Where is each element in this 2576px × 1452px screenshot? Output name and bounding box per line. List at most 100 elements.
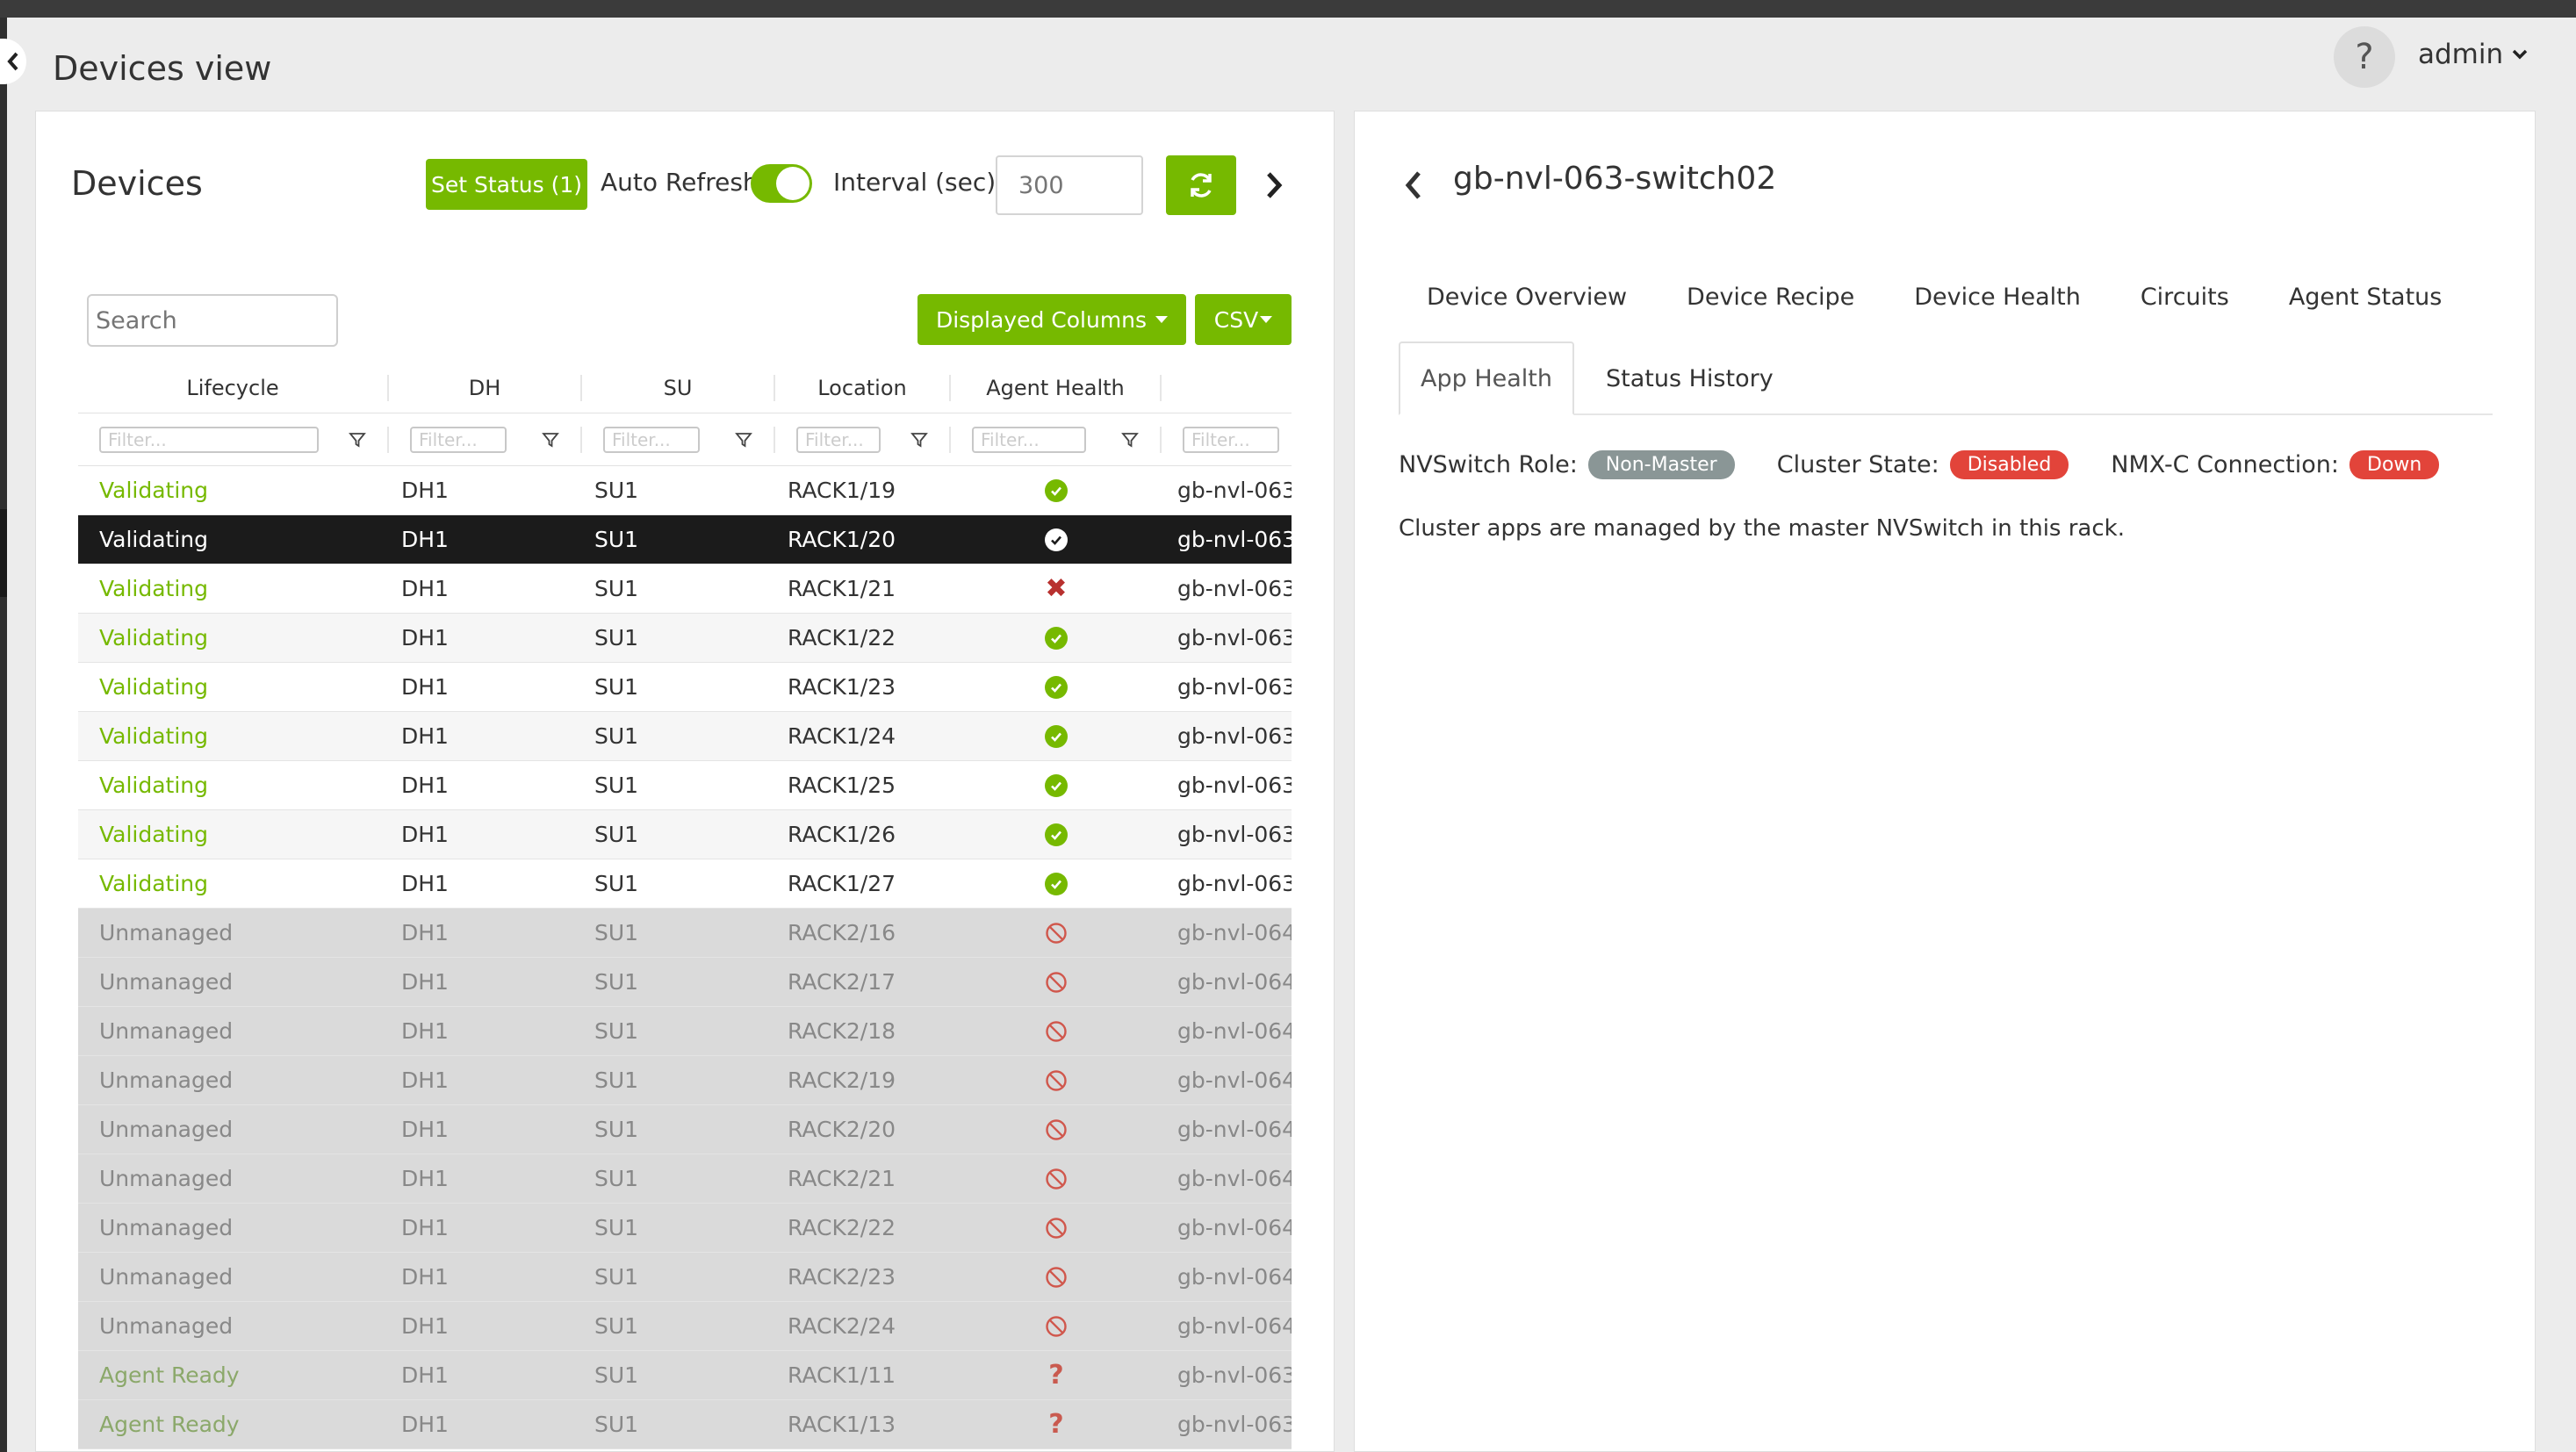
filter-funnel-icon[interactable] [910, 431, 928, 449]
device-name-cell: gb-nvl-063 [1177, 822, 1292, 847]
table-row[interactable]: Validating DH1 SU1 RACK1/20 gb-nvl-063 [78, 515, 1292, 564]
agent-health-cell [951, 478, 1162, 502]
device-title: gb-nvl-063-switch02 [1453, 161, 1777, 197]
device-name-cell: gb-nvl-064 [1177, 920, 1292, 945]
table-row[interactable]: Validating DH1 SU1 RACK1/25 gb-nvl-063 [78, 761, 1292, 810]
blocked-icon [1044, 1216, 1069, 1240]
table-row[interactable]: Validating DH1 SU1 RACK1/22 gb-nvl-063 [78, 614, 1292, 663]
table-row[interactable]: Unmanaged DH1 SU1 RACK2/19 gb-nvl-064 [78, 1056, 1292, 1105]
table-header: Lifecycle DH SU Location Agent Health [78, 363, 1292, 413]
set-status-button[interactable]: Set Status (1) [426, 159, 587, 210]
caret-down-icon [1260, 316, 1273, 323]
table-row[interactable]: Unmanaged DH1 SU1 RACK2/23 gb-nvl-064 [78, 1253, 1292, 1302]
table-row[interactable]: Validating DH1 SU1 RACK1/19 gb-nvl-063 [78, 466, 1292, 515]
lifecycle-cell: Unmanaged [99, 920, 234, 945]
toggle-knob [776, 167, 809, 200]
subtab-app-health[interactable]: App Health [1399, 341, 1574, 415]
auto-refresh-toggle[interactable] [751, 164, 812, 203]
tab-circuits[interactable]: Circuits [2111, 284, 2259, 311]
location-cell: RACK1/27 [788, 871, 896, 896]
blocked-icon [1044, 1265, 1069, 1290]
device-name-cell: gb-nvl-063 [1177, 1412, 1292, 1437]
tab-device-overview[interactable]: Device Overview [1397, 284, 1657, 311]
table-row[interactable]: Unmanaged DH1 SU1 RACK2/21 gb-nvl-064 [78, 1154, 1292, 1204]
table-row[interactable]: Unmanaged DH1 SU1 RACK2/24 gb-nvl-064 [78, 1302, 1292, 1351]
su-cell: SU1 [594, 674, 639, 700]
filter-funnel-icon[interactable] [349, 431, 366, 449]
column-header-name[interactable] [1162, 375, 1292, 401]
search-input[interactable] [87, 294, 338, 347]
tab-device-health[interactable]: Device Health [1884, 284, 2111, 311]
column-filter-input[interactable]: Filter... [972, 426, 1086, 453]
table-row[interactable]: Agent Ready DH1 SU1 RACK1/13? gb-nvl-063 [78, 1400, 1292, 1449]
check-circle-icon [1045, 872, 1068, 895]
health-subtabs: App Health Status History [1399, 341, 2493, 415]
filter-funnel-icon[interactable] [1121, 431, 1139, 449]
collapse-sidebar-button[interactable] [0, 39, 26, 84]
dh-cell: DH1 [401, 1117, 449, 1142]
devices-table: Lifecycle DH SU Location Agent Health Fi… [78, 363, 1292, 1449]
user-name: admin [2418, 39, 2504, 70]
interval-label: Interval (sec) [833, 168, 997, 197]
column-header-agent-health[interactable]: Agent Health [951, 375, 1162, 401]
su-cell: SU1 [594, 527, 639, 552]
table-row[interactable]: Unmanaged DH1 SU1 RACK2/22 gb-nvl-064 [78, 1204, 1292, 1253]
su-cell: SU1 [594, 1166, 639, 1191]
subtab-status-history[interactable]: Status History [1606, 341, 1774, 415]
table-row[interactable]: Validating DH1 SU1 RACK1/26 gb-nvl-063 [78, 810, 1292, 859]
table-row[interactable]: Validating DH1 SU1 RACK1/24 gb-nvl-063 [78, 712, 1292, 761]
table-row[interactable]: Unmanaged DH1 SU1 RACK2/20 gb-nvl-064 [78, 1105, 1292, 1154]
refresh-icon [1191, 173, 1212, 198]
lifecycle-cell: Unmanaged [99, 1215, 234, 1240]
lifecycle-cell: Validating [99, 478, 209, 503]
location-cell: RACK2/17 [788, 969, 896, 995]
displayed-columns-button[interactable]: Displayed Columns [917, 294, 1186, 345]
column-filter-input[interactable]: Filter... [99, 426, 319, 453]
column-header-su[interactable]: SU [582, 375, 775, 401]
location-cell: RACK1/19 [788, 478, 896, 503]
dh-cell: DH1 [401, 625, 449, 651]
column-filter-input[interactable]: Filter... [603, 426, 700, 453]
lifecycle-cell: Validating [99, 723, 209, 749]
chevron-right-icon [1267, 172, 1283, 198]
table-row[interactable]: Unmanaged DH1 SU1 RACK2/17 gb-nvl-064 [78, 958, 1292, 1007]
cluster-state-badge: Disabled [1949, 450, 2069, 479]
column-filter-input[interactable]: Filter... [410, 426, 507, 453]
help-button[interactable]: ? [2334, 26, 2395, 88]
dh-cell: DH1 [401, 1313, 449, 1339]
csv-button[interactable]: CSV [1195, 294, 1292, 345]
table-row[interactable]: Validating DH1 SU1 RACK1/27 gb-nvl-063 [78, 859, 1292, 909]
cluster-apps-note: Cluster apps are managed by the master N… [1399, 515, 2125, 542]
table-row[interactable]: Validating DH1 SU1 RACK1/21 ✖ gb-nvl-063 [78, 564, 1292, 614]
refresh-button[interactable] [1166, 155, 1236, 215]
device-name-cell: gb-nvl-063 [1177, 527, 1292, 552]
back-button[interactable] [1404, 161, 1430, 210]
table-row[interactable]: Unmanaged DH1 SU1 RACK2/16 gb-nvl-064 [78, 909, 1292, 958]
agent-health-cell [951, 626, 1162, 650]
column-header-location[interactable]: Location [775, 375, 951, 401]
column-header-lifecycle[interactable]: Lifecycle [78, 375, 389, 401]
lifecycle-cell: Unmanaged [99, 1018, 234, 1044]
filter-funnel-icon[interactable] [735, 431, 752, 449]
agent-health-cell [951, 1019, 1162, 1044]
table-row[interactable]: Unmanaged DH1 SU1 RACK2/18 gb-nvl-064 [78, 1007, 1292, 1056]
column-filter-input[interactable]: Filter... [1183, 426, 1279, 453]
location-cell: RACK1/24 [788, 723, 896, 749]
column-filter-input[interactable]: Filter... [796, 426, 881, 453]
nvswitch-role-label: NVSwitch Role: [1399, 451, 1578, 478]
expand-panel-button[interactable] [1256, 164, 1292, 206]
table-row[interactable]: Agent Ready DH1 SU1 RACK1/11? gb-nvl-063 [78, 1351, 1292, 1400]
location-cell: RACK1/21 [788, 576, 896, 601]
su-cell: SU1 [594, 969, 639, 995]
device-name-cell: gb-nvl-063 [1177, 576, 1292, 601]
filter-funnel-icon[interactable] [542, 431, 559, 449]
table-row[interactable]: Validating DH1 SU1 RACK1/23 gb-nvl-063 [78, 663, 1292, 712]
column-header-dh[interactable]: DH [389, 375, 582, 401]
user-menu[interactable]: admin [2418, 39, 2528, 70]
agent-health-cell [951, 724, 1162, 748]
interval-input[interactable] [996, 155, 1143, 215]
tab-device-recipe[interactable]: Device Recipe [1657, 284, 1884, 311]
blocked-icon [1044, 1068, 1069, 1093]
device-name-cell: gb-nvl-064 [1177, 1264, 1292, 1290]
tab-agent-status[interactable]: Agent Status [2259, 284, 2472, 311]
